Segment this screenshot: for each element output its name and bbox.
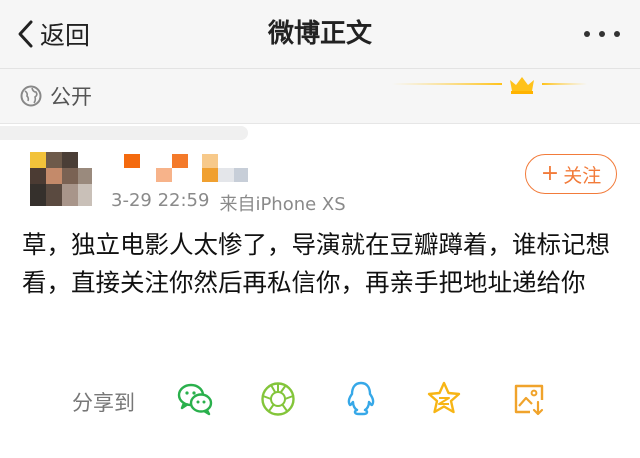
follow-label: 关注 [563,164,602,187]
visibility-label: 公开 [50,85,92,109]
plus-icon: + [540,161,560,186]
follow-button[interactable]: + 关注 [525,154,617,194]
back-button[interactable]: 返回 [16,14,90,54]
post-meta: 3-29 22:59 来自iPhone XS [111,190,346,216]
username[interactable] [120,154,260,184]
wechat-icon[interactable] [176,380,214,418]
page-title: 微博正文 [267,19,372,49]
avatar[interactable] [30,152,92,210]
crown-icon [392,74,592,100]
share-label: 分享到 [72,391,135,415]
chevron-left-icon [16,19,36,49]
moments-icon[interactable] [259,380,297,418]
qq-icon[interactable] [342,380,380,418]
post-source: 来自iPhone XS [219,194,346,215]
separator-bar [0,126,248,140]
save-image-icon[interactable] [510,380,548,418]
globe-icon [20,85,42,111]
more-options-icon[interactable] [584,25,620,43]
post-time: 3-29 22:59 [111,190,210,211]
top-bar: 微博正文 返回 [0,0,640,69]
back-label: 返回 [40,21,91,50]
qzone-icon[interactable] [425,380,463,418]
post-text: 草，独立电影人太惨了，导演就在豆瓣蹲着，谁标记想看，直接关注你然后再私信你，再亲… [22,230,610,297]
